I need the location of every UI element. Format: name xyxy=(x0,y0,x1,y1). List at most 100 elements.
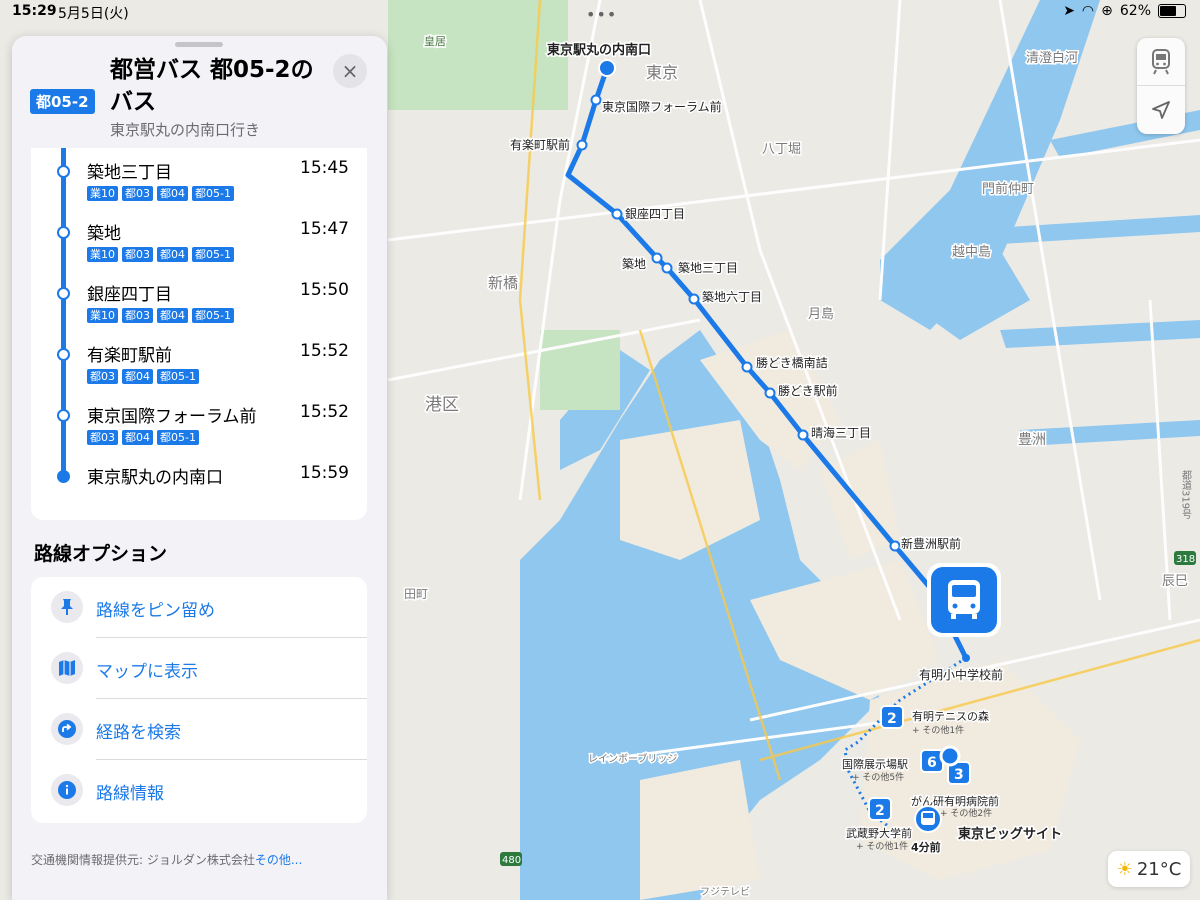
map-stop-dot[interactable] xyxy=(590,94,602,106)
map-stop-dot[interactable] xyxy=(797,429,809,441)
map-label-area: 田町 xyxy=(404,587,428,601)
stop-name: 東京駅丸の内南口 xyxy=(87,468,223,488)
map-label-area: 皇居 xyxy=(424,34,446,48)
map-stop-dot[interactable] xyxy=(611,208,623,220)
stop-time: 15:45 xyxy=(300,158,349,178)
map-label-stop[interactable]: 勝どき橋南詰 xyxy=(755,354,830,372)
map-label-stop[interactable]: 築地三丁目 xyxy=(677,259,740,277)
map-label-area: 月島 xyxy=(808,307,834,322)
route-tag: 都03 xyxy=(122,247,153,262)
map-stop-dot[interactable] xyxy=(889,540,901,552)
cluster-count[interactable]: 3 xyxy=(954,767,964,783)
map-label-area: 門前仲町 xyxy=(982,181,1034,197)
map-label-stop[interactable]: 築地六丁目 xyxy=(701,288,764,306)
temperature: 21°C xyxy=(1136,858,1182,880)
stop-time: 15:47 xyxy=(300,219,349,239)
battery-percent: 62% xyxy=(1119,3,1151,19)
location-arrow-icon[interactable] xyxy=(1137,86,1185,134)
sheet-grabber[interactable] xyxy=(175,42,223,47)
cluster-more: + その他1件 xyxy=(912,724,964,736)
map-label-stop[interactable]: 東京国際フォーラム前 xyxy=(601,98,724,116)
route-panel[interactable]: 都05-2 都営バス 都05-2のバス 東京駅丸の内南口行き × 築地三丁目 1… xyxy=(12,36,387,900)
wifi-icon: ◠ xyxy=(1081,3,1095,19)
current-location-dot xyxy=(939,745,961,767)
map-label-stop[interactable]: 有楽町駅前 xyxy=(509,136,572,154)
option-show-map[interactable]: マップに表示 xyxy=(31,638,367,699)
map-label-area: レインボーブリッジ xyxy=(588,752,677,765)
map-label-stop[interactable]: 銀座四丁目 xyxy=(624,205,687,223)
stop-dot xyxy=(57,409,70,422)
route-tag: 都03 xyxy=(87,430,118,445)
option-route-info[interactable]: 路線情報 xyxy=(31,760,367,821)
transit-mode-icon[interactable] xyxy=(1137,38,1185,85)
cluster-count[interactable]: 2 xyxy=(887,711,897,727)
stop-name: 築地三丁目 xyxy=(87,163,172,183)
route-badge: 都05-2 xyxy=(30,89,95,114)
cluster-more: + その他5件 xyxy=(852,771,904,783)
option-pin-route[interactable]: 路線をピン留め xyxy=(31,577,367,638)
credit-more-link[interactable]: その他... xyxy=(255,853,302,867)
cluster-count[interactable]: 2 xyxy=(875,803,885,819)
cluster-name[interactable]: 国際展示場駅 xyxy=(841,757,910,773)
road-label-vertical: 都道319号 xyxy=(1180,470,1192,520)
options-list: 路線をピン留め マップに表示 経路を検索 路線情報 xyxy=(31,577,367,823)
stop-item[interactable]: 有楽町駅前 15:52 都03 都04 都05-1 xyxy=(31,331,367,391)
stop-time: 15:52 xyxy=(300,402,349,422)
map-label-stop[interactable]: 築地 xyxy=(621,255,648,273)
option-label: マップに表示 xyxy=(96,662,198,682)
option-label: 経路を検索 xyxy=(96,723,181,743)
map-label-area[interactable]: 東京ビッグサイト xyxy=(957,825,1064,844)
route-destination: 東京駅丸の内南口行き xyxy=(110,121,261,139)
cluster-name[interactable]: 武蔵野大学前 xyxy=(845,825,914,842)
stop-item[interactable]: 築地三丁目 15:45 業10 都03 都04 都05-1 xyxy=(31,148,367,208)
map-stop-dot[interactable] xyxy=(688,293,700,305)
map-label-area: 清澄白河 xyxy=(1026,50,1078,66)
map-stop-dot[interactable] xyxy=(661,262,673,274)
stop-item[interactable]: 銀座四丁目 15:50 業10 都03 都04 都05-1 xyxy=(31,270,367,330)
map-icon xyxy=(51,652,83,684)
route-tag: 業10 xyxy=(87,247,118,262)
route-tag: 都04 xyxy=(157,186,188,201)
weather-widget[interactable]: ☀ 21°C xyxy=(1108,851,1190,887)
status-date: 5月5日(火) xyxy=(58,6,129,22)
option-search-directions[interactable]: 経路を検索 xyxy=(31,699,367,760)
stop-time: 15:59 xyxy=(300,463,349,483)
map-label-stop[interactable]: 晴海三丁目 xyxy=(810,424,873,442)
stop-name: 有楽町駅前 xyxy=(87,346,172,366)
options-heading: 路線オプション xyxy=(34,543,168,565)
stop-item[interactable]: 東京国際フォーラム前 15:52 都03 都04 都05-1 xyxy=(31,392,367,452)
sun-icon: ☀ xyxy=(1116,858,1133,880)
cluster-name[interactable]: 有明テニスの森 xyxy=(911,708,991,725)
stop-dot xyxy=(57,348,70,361)
route-tag: 都03 xyxy=(87,369,118,384)
cluster-count[interactable]: 6 xyxy=(927,755,937,771)
map-stop-dot[interactable] xyxy=(962,654,970,662)
option-label: 路線情報 xyxy=(96,784,164,804)
map-stop-dot[interactable] xyxy=(741,361,753,373)
orientation-lock-icon: ⊕ xyxy=(1101,3,1113,19)
stops-list[interactable]: 築地三丁目 15:45 業10 都03 都04 都05-1 築地 15:47 業… xyxy=(31,148,367,520)
multitasking-dots-icon[interactable]: ••• xyxy=(586,5,617,24)
stop-dot xyxy=(57,287,70,300)
close-button[interactable]: × xyxy=(333,54,367,88)
road-shield: 318 xyxy=(1176,554,1195,565)
stop-item[interactable]: 築地 15:47 業10 都03 都04 都05-1 xyxy=(31,209,367,269)
map-stop-dot[interactable] xyxy=(764,387,776,399)
route-tag: 都05-1 xyxy=(192,186,234,201)
pin-icon xyxy=(51,591,83,623)
terminal-stop-dot[interactable] xyxy=(598,59,616,77)
bus-pin[interactable] xyxy=(927,563,1001,637)
map-label-area: 港区 xyxy=(425,395,459,415)
map-stop-dot[interactable] xyxy=(651,252,663,264)
map-label-stop[interactable]: 新豊洲駅前 xyxy=(900,535,963,553)
route-tag: 都04 xyxy=(122,369,153,384)
info-icon xyxy=(51,774,83,806)
map-label-stop[interactable]: 有明小中学校前 xyxy=(918,666,1005,684)
map-label-stop[interactable]: 勝どき駅前 xyxy=(777,382,840,400)
map-label-stop[interactable]: 東京駅丸の内南口 xyxy=(546,41,653,60)
bus-position-marker[interactable] xyxy=(914,805,942,833)
map-stop-dot[interactable] xyxy=(576,139,588,151)
stop-item[interactable]: 東京駅丸の内南口 15:59 xyxy=(31,453,367,513)
cluster-more: + その他1件 xyxy=(856,840,908,852)
status-time: 15:29 xyxy=(12,3,57,19)
